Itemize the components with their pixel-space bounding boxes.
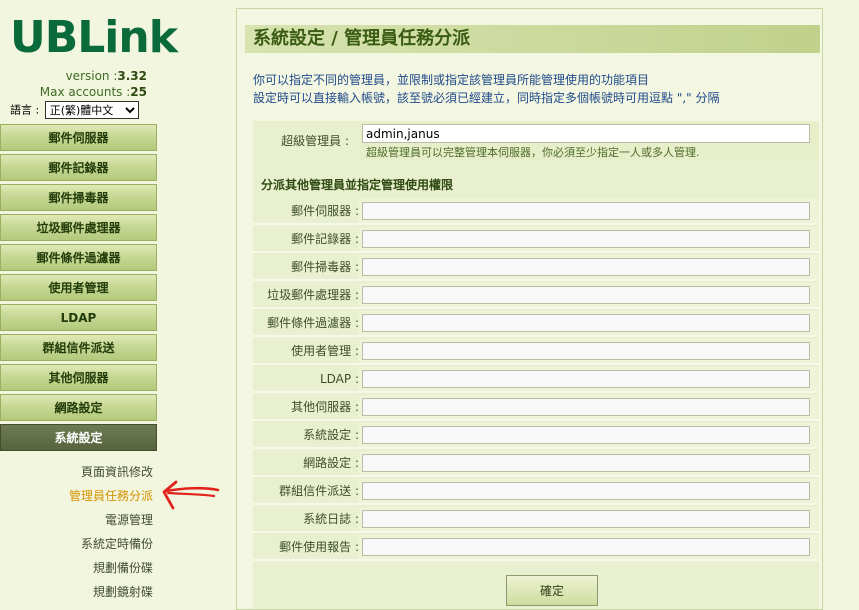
accounts-value: 25	[130, 85, 147, 99]
admin-assignment-form: 超級管理員 : 超級管理員可以完整管理本伺服器，你必須至少指定一人或多人管理. …	[253, 121, 819, 609]
field-row: LDAP :	[253, 367, 819, 393]
field-cell	[359, 367, 819, 391]
field-row: 郵件記錄器 :	[253, 227, 819, 253]
nav-user-management[interactable]: 使用者管理	[0, 274, 157, 301]
app-logo: UBLink	[10, 12, 178, 63]
field-cell	[359, 395, 819, 419]
field-cell	[359, 339, 819, 363]
language-row: 語言 : 正(繁)體中文	[10, 101, 139, 119]
field-cell	[359, 199, 819, 223]
field-row: 群組信件派送 :	[253, 479, 819, 505]
field-label: 垃圾郵件處理器 :	[267, 288, 359, 302]
version-value: 3.32	[117, 69, 147, 83]
field-row: 垃圾郵件處理器 :	[253, 283, 819, 309]
subnav-admin-assignment[interactable]: 管理員任務分派	[0, 484, 157, 508]
field-label: LDAP :	[319, 372, 359, 386]
subnav-backup-disk[interactable]: 規劃備份碟	[0, 556, 157, 580]
system-settings-admin-input[interactable]	[362, 426, 810, 444]
system-subnav: 頁面資訊修改 管理員任務分派 電源管理 系統定時備份 規劃備份碟 規劃鏡射碟	[0, 460, 157, 604]
system-log-admin-input[interactable]	[362, 510, 810, 528]
field-label: 郵件條件過濾器 :	[267, 316, 359, 330]
field-row: 郵件掃毒器 :	[253, 255, 819, 281]
language-select[interactable]: 正(繁)體中文	[44, 101, 139, 119]
subnav-page-info[interactable]: 頁面資訊修改	[0, 460, 157, 484]
nav-mail-filter[interactable]: 郵件條件過濾器	[0, 244, 157, 271]
field-cell	[359, 451, 819, 475]
nav-network-settings[interactable]: 網路設定	[0, 394, 157, 421]
field-row: 系統日誌 :	[253, 507, 819, 533]
mail-filter-admin-input[interactable]	[362, 314, 810, 332]
main-panel: 系統設定 / 管理員任務分派 你可以指定不同的管理員，並限制或指定該管理員所能管…	[236, 8, 823, 610]
sidebar: UBLink version :3.32 Max accounts :25 語言…	[0, 0, 178, 604]
section-heading: 分派其他管理員並指定管理使用權限	[261, 178, 454, 192]
mail-report-admin-input[interactable]	[362, 538, 810, 556]
annotation-arrow-icon	[162, 480, 220, 510]
field-cell	[359, 255, 819, 279]
field-row: 其他伺服器 :	[253, 395, 819, 421]
mail-antivirus-admin-input[interactable]	[362, 258, 810, 276]
version-label: version :	[65, 69, 118, 83]
subnav-mirror-disk[interactable]: 規劃鏡射碟	[0, 580, 157, 604]
field-cell	[359, 423, 819, 447]
spam-handler-admin-input[interactable]	[362, 286, 810, 304]
nav-system-settings[interactable]: 系統設定	[0, 424, 157, 451]
field-cell	[359, 227, 819, 251]
field-cell	[359, 535, 819, 559]
field-row: 使用者管理 :	[253, 339, 819, 365]
field-label: 系統日誌 :	[303, 512, 359, 526]
nav-mail-server[interactable]: 郵件伺服器	[0, 124, 157, 151]
accounts-label: Max accounts :	[39, 85, 131, 99]
field-row: 系統設定 :	[253, 423, 819, 449]
field-label: 郵件記錄器 :	[291, 232, 359, 246]
field-label: 群組信件派送 :	[279, 484, 359, 498]
subnav-power-management[interactable]: 電源管理	[0, 508, 157, 532]
ldap-admin-input[interactable]	[362, 370, 810, 388]
nav-ldap[interactable]: LDAP	[0, 304, 157, 331]
network-settings-admin-input[interactable]	[362, 454, 810, 472]
field-cell	[359, 479, 819, 503]
mail-server-admin-input[interactable]	[362, 202, 810, 220]
super-admin-note: 超級管理員可以完整管理本伺服器，你必須至少指定一人或多人管理.	[366, 146, 700, 159]
version-info: version :3.32	[66, 69, 147, 83]
field-row: 郵件使用報告 :	[253, 535, 819, 561]
page-description: 你可以指定不同的管理員，並限制或指定該管理員所能管理使用的功能項目 設定時可以直…	[253, 71, 720, 107]
group-mail-admin-input[interactable]	[362, 482, 810, 500]
field-row: 網路設定 :	[253, 451, 819, 477]
field-label: 郵件伺服器 :	[291, 204, 359, 218]
description-line-1: 你可以指定不同的管理員，並限制或指定該管理員所能管理使用的功能項目	[253, 73, 650, 87]
field-cell	[359, 283, 819, 307]
field-label: 郵件使用報告 :	[279, 540, 359, 554]
main-nav: 郵件伺服器 郵件記錄器 郵件掃毒器 垃圾郵件處理器 郵件條件過濾器 使用者管理 …	[0, 124, 157, 454]
page-title: 系統設定 / 管理員任務分派	[245, 25, 820, 53]
subnav-scheduled-backup[interactable]: 系統定時備份	[0, 532, 157, 556]
super-admin-input[interactable]	[362, 124, 810, 143]
nav-spam-handler[interactable]: 垃圾郵件處理器	[0, 214, 157, 241]
nav-group-mail[interactable]: 群組信件派送	[0, 334, 157, 361]
description-line-2: 設定時可以直接輸入帳號，該至號必須已經建立，同時指定多個帳號時可用逗點 "," …	[253, 91, 720, 105]
nav-other-servers[interactable]: 其他伺服器	[0, 364, 157, 391]
field-label: 網路設定 :	[303, 456, 359, 470]
user-management-admin-input[interactable]	[362, 342, 810, 360]
field-row: 郵件條件過濾器 :	[253, 311, 819, 337]
field-label: 郵件掃毒器 :	[291, 260, 359, 274]
field-cell	[359, 311, 819, 335]
super-admin-row: 超級管理員 : 超級管理員可以完整管理本伺服器，你必須至少指定一人或多人管理.	[253, 121, 819, 161]
language-label: 語言 :	[10, 103, 40, 117]
super-admin-label: 超級管理員 :	[281, 134, 349, 148]
field-label: 系統設定 :	[303, 428, 359, 442]
mail-recorder-admin-input[interactable]	[362, 230, 810, 248]
other-servers-admin-input[interactable]	[362, 398, 810, 416]
field-label: 其他伺服器 :	[291, 400, 359, 414]
field-label: 使用者管理 :	[291, 344, 359, 358]
field-cell	[359, 507, 819, 531]
super-admin-cell: 超級管理員可以完整管理本伺服器，你必須至少指定一人或多人管理.	[359, 121, 819, 161]
nav-mail-recorder[interactable]: 郵件記錄器	[0, 154, 157, 181]
field-row: 郵件伺服器 :	[253, 199, 819, 225]
ok-button[interactable]: 確定	[506, 575, 598, 606]
nav-mail-antivirus[interactable]: 郵件掃毒器	[0, 184, 157, 211]
accounts-info: Max accounts :25	[40, 85, 147, 99]
